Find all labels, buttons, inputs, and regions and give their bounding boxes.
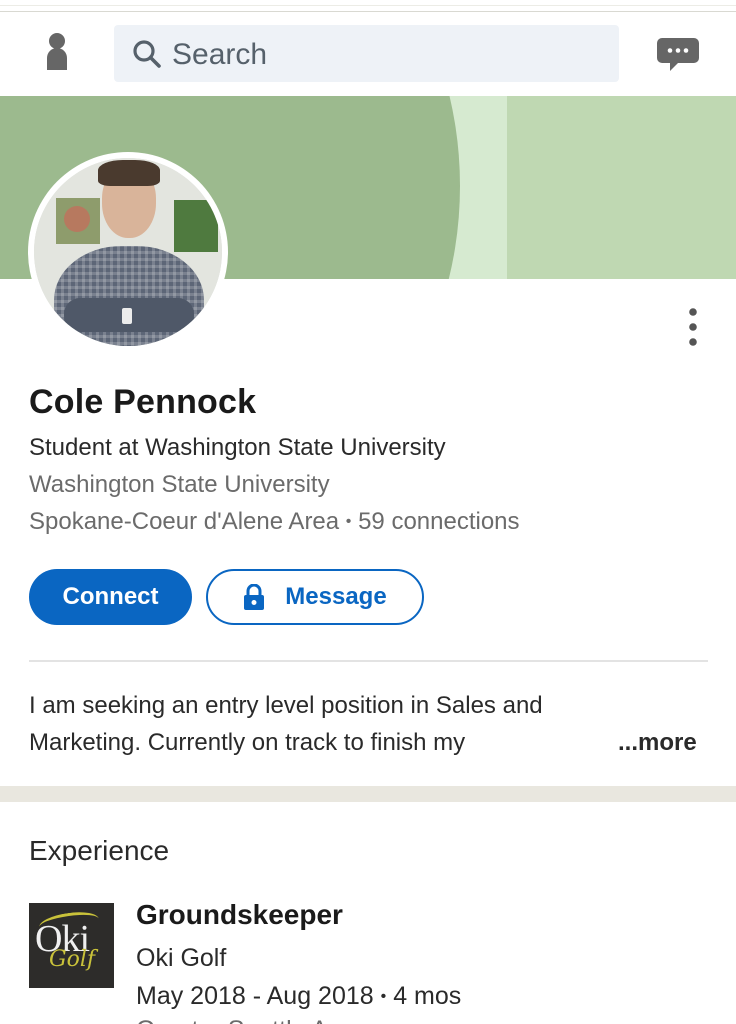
- job-location: Greater Seattle Area: [136, 1016, 364, 1024]
- location-connections-line: Spokane-Coeur d'Alene Area • 59 connecti…: [29, 508, 520, 536]
- more-vertical-icon[interactable]: [680, 306, 706, 350]
- profile-name: Cole Pennock: [29, 383, 257, 421]
- job-title[interactable]: Groundskeeper: [136, 899, 343, 931]
- experience-heading: Experience: [29, 835, 170, 866]
- separator-dot: •: [345, 513, 352, 530]
- section-separator: [0, 786, 736, 802]
- connections-count[interactable]: 59 connections: [358, 508, 519, 535]
- job-dates-line: May 2018 - Aug 2018 • 4 mos: [136, 982, 461, 1011]
- logo-subtext: Golf: [49, 947, 95, 972]
- avatar[interactable]: [28, 152, 228, 352]
- see-more-link[interactable]: ...more: [618, 724, 697, 761]
- chat-bubble-icon[interactable]: [656, 36, 700, 74]
- section-divider: [29, 660, 708, 662]
- profile-school[interactable]: Washington State University: [29, 471, 330, 499]
- search-icon: [132, 39, 162, 69]
- profile-photo: [34, 158, 222, 346]
- connect-button[interactable]: Connect: [29, 569, 192, 625]
- message-button[interactable]: Message: [206, 569, 424, 625]
- separator-dot: •: [380, 988, 387, 1005]
- job-company: Oki Golf: [136, 944, 227, 972]
- job-duration: 4 mos: [393, 982, 462, 1010]
- job-dates: May 2018 - Aug 2018: [136, 982, 374, 1010]
- person-icon[interactable]: [44, 32, 70, 70]
- message-button-label: Message: [285, 583, 387, 610]
- status-bar-strip: [0, 0, 736, 12]
- lock-icon: [243, 583, 265, 610]
- profile-location: Spokane-Coeur d'Alene Area: [29, 508, 340, 535]
- company-logo[interactable]: Oki Golf: [29, 903, 114, 988]
- top-nav: Search: [0, 12, 736, 96]
- profile-headline: Student at Washington State University: [29, 434, 446, 461]
- search-input[interactable]: Search: [114, 25, 619, 82]
- about-summary: I am seeking an entry level position in …: [29, 692, 543, 756]
- search-placeholder: Search: [172, 38, 268, 71]
